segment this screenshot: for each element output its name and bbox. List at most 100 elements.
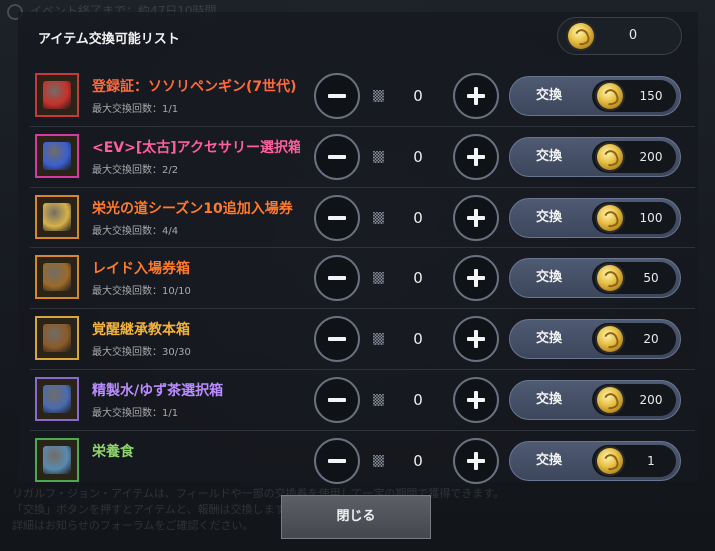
quantity-value: 0: [413, 330, 423, 349]
quantity-value: 0: [413, 208, 423, 227]
exchange-button-label: 交換: [536, 391, 563, 407]
exchange-button[interactable]: 交換 200: [509, 379, 681, 420]
exchange-cost: 50: [643, 271, 659, 286]
minus-icon: [328, 154, 346, 159]
quantity-field[interactable]: 0: [363, 316, 451, 362]
calculator-icon[interactable]: [373, 90, 384, 102]
list-title: アイテム交換可能リスト: [38, 32, 180, 47]
cost-pill: 150: [592, 80, 676, 112]
coin-icon: [597, 204, 623, 231]
quantity-field[interactable]: 0: [363, 438, 451, 484]
cost-pill: 50: [592, 262, 676, 295]
increase-button[interactable]: [453, 255, 499, 302]
item-exchange-limit: 最大交換回数：10/10: [92, 286, 191, 298]
item-name: 精製水/ゆず茶選択箱: [92, 382, 224, 399]
item-image: [43, 324, 71, 353]
exchange-button[interactable]: 交換 50: [509, 258, 681, 299]
exchange-cost: 200: [639, 392, 663, 407]
increase-button[interactable]: [453, 316, 499, 363]
exchange-button[interactable]: 交換 1: [509, 440, 681, 481]
calculator-icon[interactable]: [373, 150, 384, 163]
quantity-value: 0: [413, 269, 423, 288]
increase-button[interactable]: [453, 437, 499, 484]
decrease-button[interactable]: [314, 437, 360, 484]
exchange-cost: 100: [639, 210, 663, 225]
close-button-label: 閉じる: [336, 509, 376, 524]
quantity-field[interactable]: 0: [363, 73, 451, 119]
coin-icon: [597, 326, 623, 353]
exchange-button-label: 交換: [536, 452, 563, 468]
exchange-button-label: 交換: [536, 331, 563, 347]
calculator-icon[interactable]: [373, 454, 384, 467]
coin-icon: [597, 265, 623, 292]
cost-pill: 200: [592, 383, 676, 416]
exchange-button[interactable]: 交換 150: [509, 76, 681, 116]
quantity-field[interactable]: 0: [363, 377, 451, 423]
minus-icon: [328, 215, 346, 220]
decrease-button[interactable]: [314, 316, 360, 363]
increase-button[interactable]: [453, 194, 499, 241]
plus-icon-vertical: [474, 390, 478, 409]
minus-icon: [328, 397, 346, 402]
quantity-value: 0: [413, 147, 423, 166]
plus-icon-vertical: [474, 330, 478, 349]
currency-total-value: 0: [628, 28, 638, 43]
decrease-button[interactable]: [314, 73, 360, 119]
coin-icon: [597, 83, 623, 109]
exchange-button-label: 交換: [536, 148, 563, 164]
list-item: 覚醒継承教本箱 最大交換回数：30/30 0 交換 20: [30, 308, 695, 369]
item-name: <EV>[太古]アクセサリー選択箱: [92, 139, 300, 156]
decrease-button[interactable]: [314, 255, 360, 302]
minus-icon: [328, 458, 346, 463]
item-exchange-limit: 最大交換回数：30/30: [92, 347, 191, 359]
item-list: 登録証：ソソリペンギン(7世代) 最大交換回数：1/1 0 交換 150 <EV…: [30, 66, 695, 491]
plus-icon-vertical: [474, 208, 478, 227]
increase-button[interactable]: [453, 133, 499, 180]
decrease-button[interactable]: [314, 194, 360, 241]
plus-icon-vertical: [474, 87, 478, 105]
item-image: [43, 81, 71, 109]
exchange-cost: 200: [639, 149, 663, 164]
item-name: 栄養食: [92, 443, 134, 460]
item-exchange-limit: 最大交換回数：4/4: [92, 225, 179, 237]
penguin-card-icon: [35, 73, 79, 117]
decrease-button[interactable]: [314, 133, 360, 180]
coin-icon: [568, 23, 594, 49]
quantity-field[interactable]: 0: [363, 255, 451, 301]
coin-icon: [597, 447, 623, 474]
cost-pill: 20: [592, 323, 676, 356]
calculator-icon[interactable]: [373, 393, 384, 406]
quantity-field[interactable]: 0: [363, 195, 451, 241]
calculator-icon[interactable]: [373, 272, 384, 285]
tome-chest-icon: [35, 316, 79, 361]
exchange-cost: 1: [647, 453, 655, 468]
treasure-chest-icon: [35, 255, 79, 300]
exchange-button-label: 交換: [536, 270, 563, 286]
item-name: 覚醒継承教本箱: [92, 322, 190, 339]
quantity-field[interactable]: 0: [363, 134, 451, 180]
exchange-button[interactable]: 交換 200: [509, 136, 681, 177]
exchange-button[interactable]: 交換 20: [509, 319, 681, 360]
item-exchange-limit: 最大交換回数：1/1: [92, 104, 179, 115]
list-item: 栄光の道シーズン10追加入場券 最大交換回数：4/4 0 交換 100: [30, 186, 695, 248]
close-button[interactable]: 閉じる: [281, 495, 431, 539]
calculator-icon[interactable]: [373, 211, 384, 224]
coin-icon: [597, 143, 623, 170]
increase-button[interactable]: [453, 376, 499, 423]
coin-icon: [597, 386, 623, 413]
exchange-button-label: 交換: [536, 209, 563, 225]
exchange-button-label: 交換: [536, 88, 563, 103]
calculator-icon[interactable]: [373, 333, 384, 346]
cost-pill: 200: [592, 140, 676, 173]
accessory-box-icon: [35, 133, 79, 178]
exchange-button[interactable]: 交換 100: [509, 197, 681, 238]
potion-box-icon: [35, 376, 79, 421]
ticket-icon: [35, 194, 79, 239]
minus-icon: [328, 337, 346, 342]
increase-button[interactable]: [453, 73, 499, 119]
exchange-cost: 150: [639, 89, 663, 103]
decrease-button[interactable]: [314, 376, 360, 423]
list-item: 登録証：ソソリペンギン(7世代) 最大交換回数：1/1 0 交換 150: [30, 66, 695, 126]
plus-icon-vertical: [474, 451, 478, 470]
item-image: [43, 263, 71, 292]
